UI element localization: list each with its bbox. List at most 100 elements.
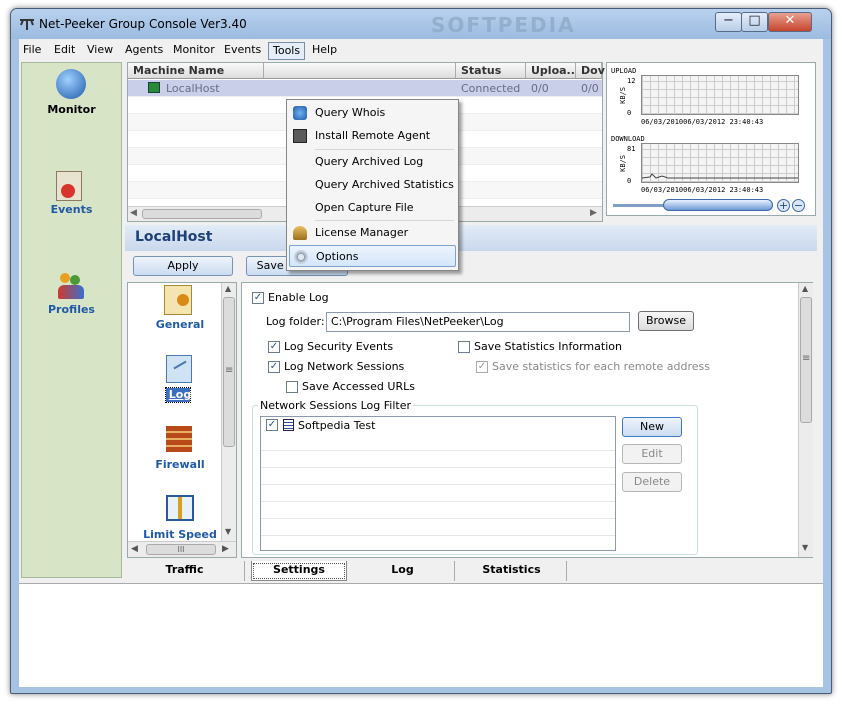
- download-unit: KB/S: [619, 155, 627, 172]
- computer-icon: [148, 82, 160, 93]
- delete-button[interactable]: Delete: [622, 472, 682, 492]
- filter-item-checkbox[interactable]: ✓: [266, 419, 278, 431]
- tab-traffic[interactable]: Traffic: [125, 561, 245, 581]
- menu-file[interactable]: File: [19, 42, 45, 60]
- upload-plot: [641, 75, 799, 115]
- col-down[interactable]: Dov: [576, 63, 605, 79]
- scroll-down-icon[interactable]: ▼: [225, 527, 231, 536]
- tools-query-archived-log[interactable]: Query Archived Log: [289, 151, 456, 173]
- minimize-button[interactable]: −: [715, 12, 742, 32]
- browse-button[interactable]: Browse: [638, 311, 694, 331]
- tab-log[interactable]: Log: [351, 561, 455, 581]
- new-button[interactable]: New: [622, 417, 682, 437]
- log-security-label: Log Security Events: [284, 340, 394, 353]
- row-status: Connected: [461, 82, 521, 95]
- enable-log-checkbox[interactable]: ✓: [252, 292, 264, 304]
- menu-events[interactable]: Events: [220, 42, 265, 60]
- row-upload: 0/0: [531, 82, 549, 95]
- save-stats-label: Save Statistics Information: [474, 340, 622, 353]
- filter-list[interactable]: ✓ Softpedia Test: [260, 416, 616, 551]
- client-area: File Edit View Agents Monitor Events Too…: [19, 39, 823, 687]
- zoom-in-icon[interactable]: +: [777, 199, 790, 212]
- nav-firewall[interactable]: Firewall: [128, 458, 232, 471]
- log-folder-label: Log folder:: [266, 315, 325, 328]
- menu-monitor[interactable]: Monitor: [169, 42, 219, 60]
- scroll-thumb[interactable]: III: [146, 544, 216, 555]
- scroll-right-icon[interactable]: ▶: [590, 208, 597, 218]
- scroll-down-icon[interactable]: ▼: [802, 543, 808, 552]
- scroll-up-icon[interactable]: ▲: [802, 284, 808, 293]
- table-row[interactable]: LocalHost Connected 0/0 0/0: [128, 80, 602, 97]
- save-stats-remote-checkbox[interactable]: ✓: [476, 361, 488, 373]
- tools-query-whois[interactable]: Query Whois: [289, 102, 456, 124]
- log-settings-panel: ✓ Enable Log Log folder: C:\Program File…: [241, 282, 813, 558]
- apply-button[interactable]: Apply: [133, 256, 233, 276]
- scroll-right-icon[interactable]: ▶: [222, 544, 229, 554]
- nav-limit-speed[interactable]: Limit Speed: [128, 528, 232, 541]
- tools-open-capture-file[interactable]: Open Capture File: [289, 197, 456, 219]
- globe-icon[interactable]: [56, 69, 86, 99]
- filter-item-label: Softpedia Test: [298, 419, 376, 432]
- download-ymin: 0: [627, 177, 632, 185]
- key-icon: [293, 226, 307, 240]
- host-title: LocalHost: [135, 229, 213, 245]
- window-title: Net-Peeker Group Console Ver3.40: [39, 17, 247, 31]
- col-blank[interactable]: [264, 63, 456, 79]
- col-upload[interactable]: Uploa...: [526, 63, 579, 79]
- tools-dropdown: Query Whois Install Remote Agent Query A…: [286, 99, 459, 271]
- nav-general[interactable]: General: [128, 318, 232, 331]
- scroll-left-icon[interactable]: ◀: [131, 544, 138, 554]
- row-name: LocalHost: [166, 82, 220, 95]
- log-folder-input[interactable]: C:\Program Files\NetPeeker\Log: [326, 312, 630, 332]
- log-security-checkbox[interactable]: ✓: [268, 341, 280, 353]
- menu-view[interactable]: View: [83, 42, 117, 60]
- tools-options[interactable]: Options: [289, 245, 456, 267]
- sidebar-item-events[interactable]: Events: [22, 203, 121, 216]
- sidebar-item-monitor[interactable]: Monitor: [22, 103, 121, 116]
- nav-horizontal-scrollbar[interactable]: ◀ III ▶: [128, 541, 236, 557]
- tools-install-agent-label: Install Remote Agent: [315, 129, 431, 142]
- list-item[interactable]: ✓ Softpedia Test: [261, 417, 615, 434]
- save-urls-checkbox[interactable]: [286, 381, 298, 393]
- tools-license-manager[interactable]: License Manager: [289, 222, 456, 244]
- scroll-up-icon[interactable]: ▲: [225, 284, 231, 293]
- zoom-out-icon[interactable]: −: [792, 199, 805, 212]
- menu-agents[interactable]: Agents: [121, 42, 167, 60]
- nav-vertical-scrollbar[interactable]: ▲ ≡ ▼: [221, 283, 236, 541]
- users-icon[interactable]: [56, 271, 86, 301]
- col-status[interactable]: Status: [456, 63, 526, 79]
- filter-item-icon: [283, 419, 294, 431]
- firewall-icon: [166, 426, 192, 452]
- save-stats-checkbox[interactable]: [458, 341, 470, 353]
- sidebar-item-profiles[interactable]: Profiles: [22, 303, 121, 316]
- close-button[interactable]: ✕: [768, 12, 812, 32]
- main-window: Net-Peeker Group Console Ver3.40 SOFTPED…: [10, 8, 832, 694]
- maximize-button[interactable]: □: [741, 12, 768, 32]
- title-bar[interactable]: Net-Peeker Group Console Ver3.40 SOFTPED…: [11, 9, 831, 39]
- menu-separator: [315, 220, 454, 221]
- menu-tools[interactable]: Tools: [268, 42, 306, 60]
- nav-log[interactable]: Log: [128, 388, 232, 401]
- tools-query-archived-statistics[interactable]: Query Archived Statistics: [289, 174, 456, 196]
- scroll-thumb[interactable]: [142, 209, 262, 219]
- events-icon[interactable]: [56, 171, 82, 201]
- zoom-slider[interactable]: [663, 199, 773, 211]
- tab-settings[interactable]: Settings: [251, 561, 347, 581]
- host-header: LocalHost: [125, 225, 817, 251]
- col-machine-name[interactable]: Machine Name: [128, 63, 264, 79]
- upload-graph-label: UPLOAD: [611, 67, 637, 75]
- panel-vertical-scrollbar[interactable]: ▲ ≡ ▼: [798, 283, 813, 557]
- upload-range: 06/03/201006/03/2012 23:40:43: [641, 118, 764, 126]
- tools-license-manager-label: License Manager: [315, 226, 409, 239]
- tab-statistics[interactable]: Statistics: [457, 561, 567, 581]
- agent-icon: [293, 129, 307, 143]
- save-stats-remote-label: Save statistics for each remote address: [492, 360, 710, 373]
- scroll-left-icon[interactable]: ◀: [130, 208, 137, 218]
- save-urls-label: Save Accessed URLs: [302, 380, 415, 393]
- log-network-checkbox[interactable]: ✓: [268, 361, 280, 373]
- edit-button[interactable]: Edit: [622, 444, 682, 464]
- download-ymax: 81: [627, 145, 636, 153]
- menu-edit[interactable]: Edit: [50, 42, 79, 60]
- tools-install-agent[interactable]: Install Remote Agent: [289, 125, 456, 147]
- menu-help[interactable]: Help: [308, 42, 341, 60]
